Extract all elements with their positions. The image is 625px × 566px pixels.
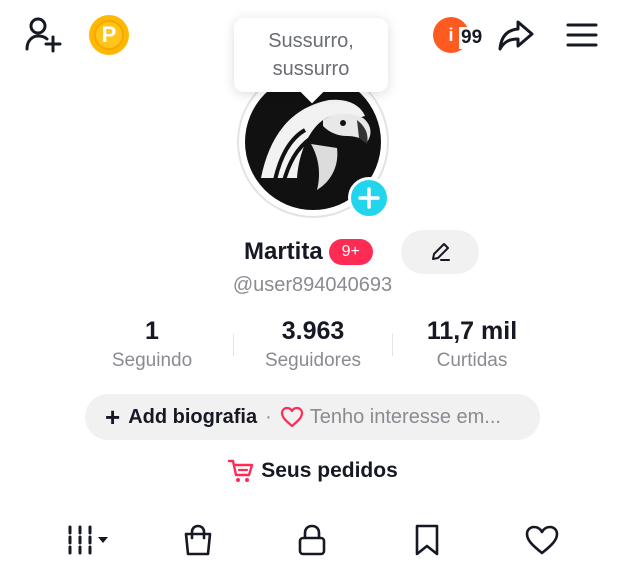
plus-icon: + xyxy=(105,402,121,432)
user-handle: @user894040693 xyxy=(232,274,393,296)
bio-separator: · xyxy=(265,405,272,428)
followers-label: Seguidores xyxy=(264,350,362,371)
likes-count: 11,7 mil xyxy=(426,317,518,345)
following-label: Seguindo xyxy=(111,350,193,371)
points-coin-button[interactable]: P xyxy=(89,15,129,55)
username: Martita xyxy=(244,238,323,265)
shopping-cart-icon xyxy=(228,459,254,482)
name-row: Martita 9+ xyxy=(244,234,373,270)
heart-outline-icon xyxy=(280,406,303,428)
tab-videos[interactable] xyxy=(60,520,116,560)
add-bio-button[interactable]: + Add biografia xyxy=(105,402,258,432)
notification-badge[interactable]: 9+ xyxy=(328,239,373,265)
pencil-icon xyxy=(432,243,450,261)
edit-profile-button[interactable] xyxy=(401,230,479,274)
interests-button[interactable]: Tenho interesse em... xyxy=(280,406,501,429)
whisper-tooltip[interactable]: Sussurro, sussurro xyxy=(234,18,388,92)
add-bio-label: Add biografia xyxy=(128,405,258,428)
shopping-bag-icon xyxy=(184,524,212,556)
bookmark-icon xyxy=(415,524,439,556)
tooltip-line-2: sussurro xyxy=(272,58,350,80)
stat-likes[interactable]: 11,7 mil Curtidas xyxy=(392,316,552,376)
likes-label: Curtidas xyxy=(436,350,508,371)
followers-count: 3.963 xyxy=(281,317,345,345)
add-avatar-button[interactable] xyxy=(348,177,390,219)
lock-icon xyxy=(298,524,326,556)
notification-avatar-button[interactable]: i 99 xyxy=(433,17,493,53)
heart-icon xyxy=(525,525,559,555)
menu-button[interactable] xyxy=(560,15,604,55)
stat-following[interactable]: 1 Seguindo xyxy=(72,316,232,376)
interests-label: Tenho interesse em... xyxy=(309,405,501,428)
tab-saved[interactable] xyxy=(399,520,455,560)
coin-icon: P xyxy=(94,20,124,50)
orders-label: Seus pedidos xyxy=(261,459,398,482)
stat-followers[interactable]: 3.963 Seguidores xyxy=(233,316,393,376)
plus-icon xyxy=(358,187,380,209)
tab-liked[interactable] xyxy=(514,520,570,560)
points-label: P xyxy=(101,22,117,47)
add-user-icon xyxy=(25,17,62,53)
share-profile-button[interactable] xyxy=(494,15,538,55)
orders-button[interactable]: Seus pedidos xyxy=(0,458,625,484)
bio-pill: + Add biografia · Tenho interesse em... xyxy=(85,394,540,440)
tooltip-line-1: Sussurro, xyxy=(268,30,354,52)
add-friend-button[interactable] xyxy=(22,14,66,54)
notification-avatar-letter: i xyxy=(448,24,454,45)
share-arrow-icon xyxy=(498,20,534,51)
grid-videos-icon xyxy=(68,525,108,555)
notification-count: 99 xyxy=(459,27,485,49)
following-count: 1 xyxy=(145,317,159,345)
tab-shop[interactable] xyxy=(170,520,226,560)
tab-private[interactable] xyxy=(284,520,340,560)
hamburger-menu-icon xyxy=(566,23,598,47)
